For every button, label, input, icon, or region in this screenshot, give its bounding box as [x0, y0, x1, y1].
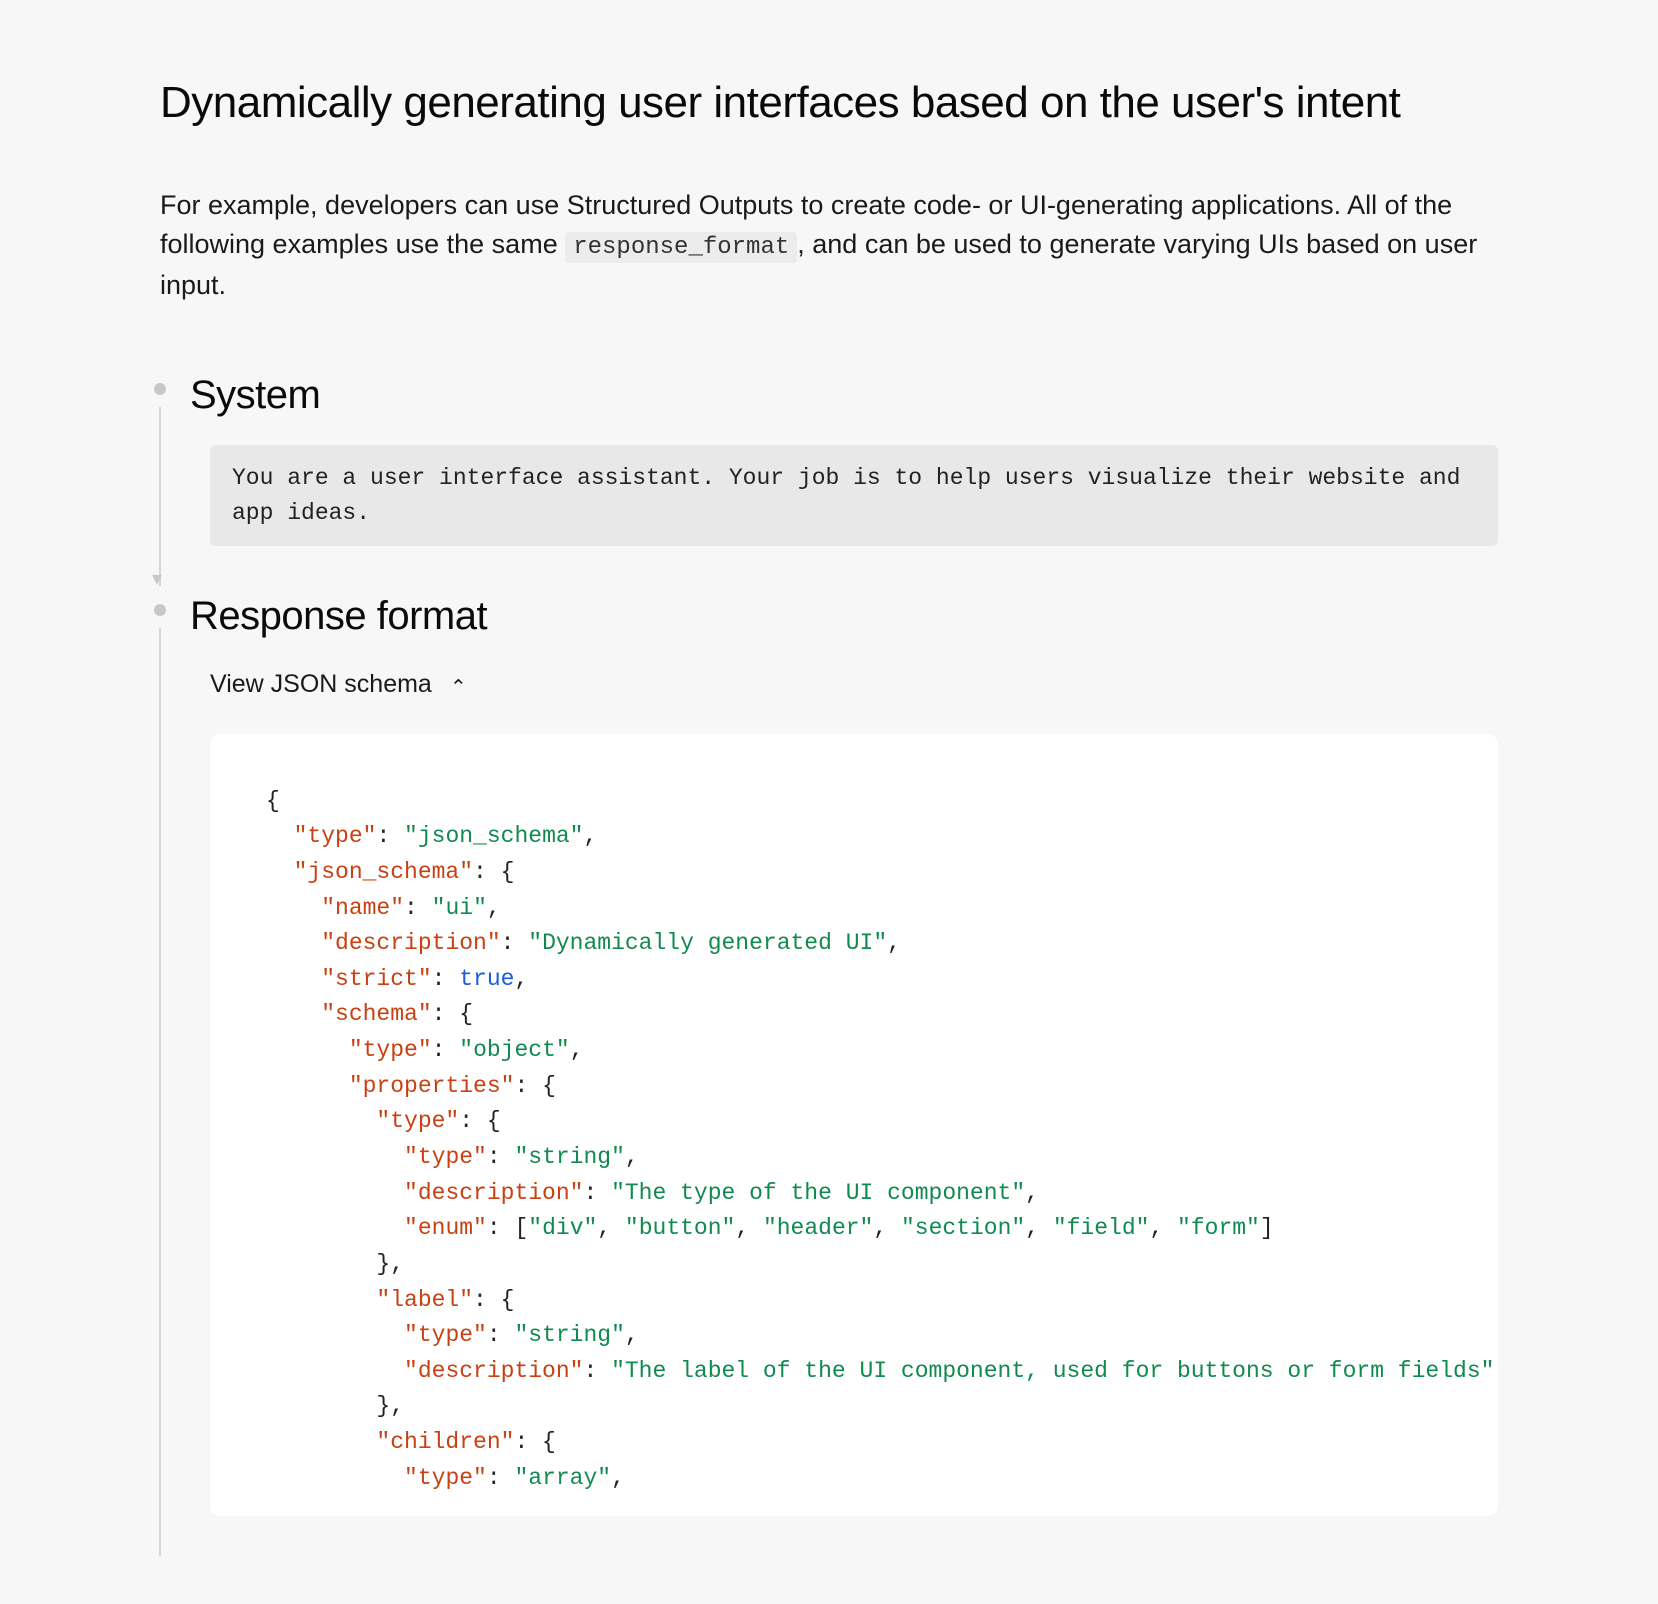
- system-prompt-block: You are a user interface assistant. Your…: [210, 445, 1498, 546]
- json-schema-code-block: { "type": "json_schema", "json_schema": …: [210, 734, 1498, 1517]
- inline-code-response-format: response_format: [565, 232, 797, 263]
- toggle-label: View JSON schema: [210, 666, 432, 704]
- timeline-line: [159, 407, 161, 586]
- intro-paragraph: For example, developers can use Structur…: [160, 186, 1498, 305]
- timeline-dot-icon: [154, 383, 166, 395]
- section-heading-response-format: Response format: [190, 586, 1498, 646]
- timeline-line: [159, 628, 161, 1556]
- view-json-schema-toggle[interactable]: View JSON schema ⌄: [210, 666, 1498, 704]
- section-heading-system: System: [190, 365, 1498, 425]
- timeline-item-response-format: Response format View JSON schema ⌄ { "ty…: [190, 586, 1498, 1516]
- page-title: Dynamically generating user interfaces b…: [160, 70, 1498, 136]
- timeline-dot-icon: [154, 604, 166, 616]
- chevron-up-icon: ⌄: [450, 670, 467, 700]
- arrow-down-icon: ▾: [152, 564, 162, 594]
- timeline-item-system: ▾ System You are a user interface assist…: [190, 365, 1498, 546]
